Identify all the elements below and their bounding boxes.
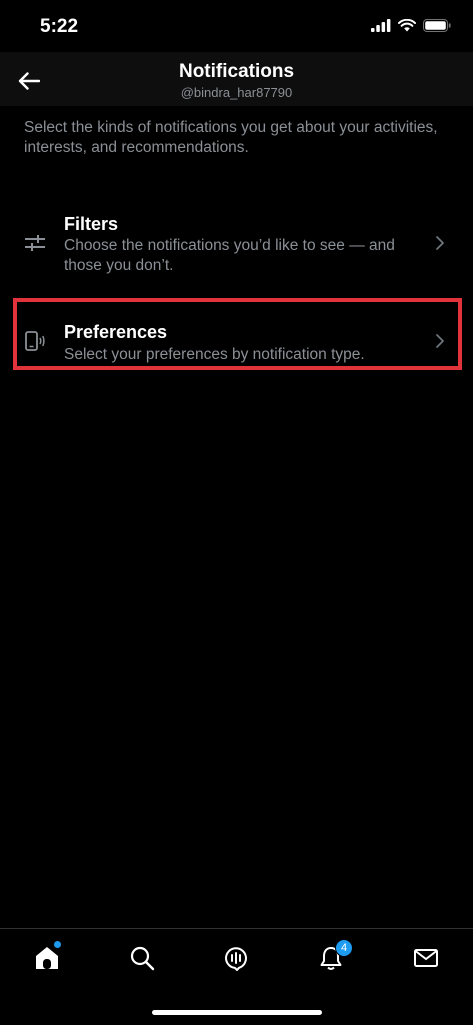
battery-icon — [423, 19, 451, 32]
tab-bar: 4 — [0, 928, 473, 1025]
status-icons — [371, 19, 451, 32]
home-icon — [36, 947, 58, 969]
tab-notifications[interactable]: 4 — [316, 939, 353, 973]
page-title: Notifications — [178, 61, 295, 82]
filters-subtitle: Choose the notifications you’d like to s… — [64, 237, 395, 274]
filters-row[interactable]: Filters Choose the notifications you’d l… — [0, 206, 473, 282]
spaces-icon — [224, 947, 247, 971]
highlight-box — [13, 298, 462, 370]
sliders-icon — [24, 232, 46, 254]
status-time: 5:22 — [40, 16, 79, 37]
search-icon — [130, 946, 155, 971]
tab-messages[interactable] — [411, 943, 441, 973]
wifi-icon — [398, 19, 416, 32]
filters-title: Filters — [64, 214, 119, 234]
intro-text: Select the kinds of notifications you ge… — [24, 119, 438, 156]
home-indicator — [152, 1010, 322, 1015]
tab-home[interactable] — [32, 941, 62, 973]
account-handle: @bindra_har87790 — [180, 85, 293, 100]
mail-icon — [414, 949, 438, 967]
signal-icon — [371, 19, 391, 32]
header: Notifications @bindra_har87790 — [0, 52, 473, 106]
status-bar: 5:22 — [0, 0, 473, 52]
home-notification-dot — [54, 941, 61, 948]
tab-search[interactable] — [127, 943, 157, 973]
tab-spaces[interactable] — [221, 943, 251, 973]
notification-count-badge: 4 — [335, 939, 353, 957]
chevron-right-icon — [436, 236, 444, 250]
